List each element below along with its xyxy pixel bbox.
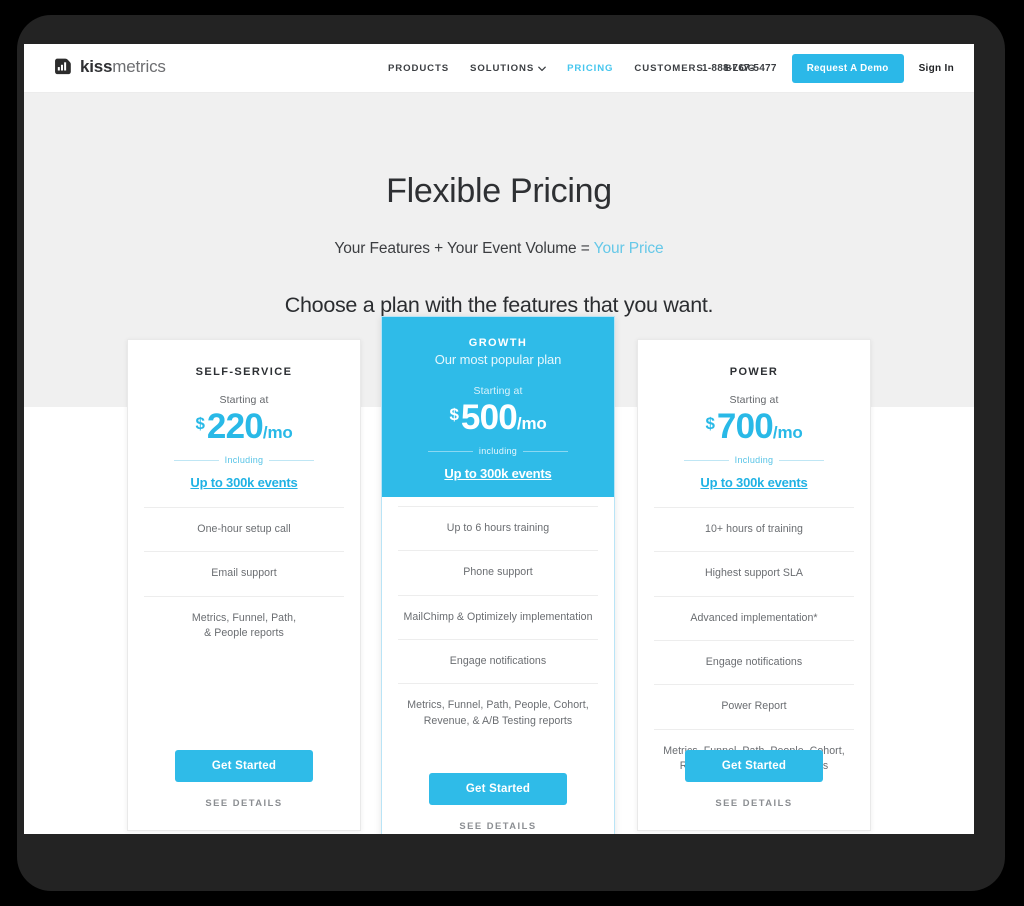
- brand-logo[interactable]: kissmetrics: [52, 56, 166, 77]
- divider-line-left: [428, 450, 473, 452]
- including-divider: including: [382, 446, 614, 456]
- see-details-link[interactable]: SEE DETAILS: [128, 797, 360, 808]
- including-divider: Including: [638, 455, 870, 465]
- price-period: /mo: [772, 423, 803, 442]
- divider-line-right: [269, 459, 315, 461]
- chevron-down-icon: [538, 66, 546, 72]
- plan-name: GROWTH: [468, 337, 528, 349]
- brand-name-bold: kiss: [80, 56, 113, 76]
- hero-subtitle-plain: Your Features + Your Event Volume =: [334, 240, 594, 257]
- feature-item: 10+ hours of training: [654, 507, 854, 551]
- brand-wordmark: kissmetrics: [80, 57, 166, 77]
- price-amount: 700: [716, 407, 774, 446]
- price-period: /mo: [262, 423, 293, 442]
- hero-choose-heading: Choose a plan with the features that you…: [284, 293, 714, 317]
- including-label: Including: [224, 455, 264, 465]
- browser-screen: kissmetrics PRODUCTS SOLUTIONS PRICING C…: [24, 44, 974, 834]
- price-amount: 500: [460, 398, 518, 437]
- brand-name-light: metrics: [112, 56, 166, 76]
- hero-subtitle-accent: Your Price: [593, 240, 664, 257]
- feature-list: 10+ hours of training Highest support SL…: [638, 507, 870, 789]
- feature-item: MailChimp & Optimizely implementation: [398, 594, 598, 639]
- price-currency: $: [195, 414, 205, 433]
- pricing-card-growth[interactable]: GROWTH Our most popular plan Starting at…: [381, 316, 615, 834]
- card-header: SELF-SERVICE Starting at $ 220 /mo Inclu…: [128, 340, 360, 490]
- nav-actions: 1-888-767-5477 Request A Demo Sign In: [702, 44, 954, 93]
- bar-chart-logo-icon: [52, 56, 73, 77]
- card-header: POWER Starting at $ 700 /mo Including Up…: [638, 340, 870, 490]
- events-volume-link[interactable]: Up to 300k events: [382, 466, 614, 481]
- plan-name: SELF-SERVICE: [195, 366, 293, 378]
- including-divider: Including: [128, 455, 360, 465]
- nav-link-customers[interactable]: CUSTOMERS: [634, 63, 703, 74]
- get-started-button[interactable]: Get Started: [429, 773, 567, 805]
- feature-item: Engage notifications: [654, 640, 854, 684]
- plan-name: POWER: [729, 366, 779, 378]
- starting-at-label: Starting at: [219, 394, 269, 406]
- feature-item: Metrics, Funnel, Path, People, Cohort, R…: [398, 683, 598, 743]
- request-demo-button[interactable]: Request A Demo: [791, 54, 904, 83]
- feature-list: Up to 6 hours training Phone support Mai…: [382, 506, 614, 743]
- feature-item: Highest support SLA: [654, 551, 854, 595]
- feature-item: Email support: [144, 551, 344, 595]
- price-amount: 220: [206, 407, 264, 446]
- nav-link-products-label: PRODUCTS: [388, 63, 450, 74]
- feature-list: One-hour setup call Email support Metric…: [128, 507, 360, 655]
- page-title: Flexible Pricing: [386, 172, 612, 210]
- pricing-card-power[interactable]: POWER Starting at $ 700 /mo Including Up…: [637, 339, 871, 831]
- card-header: GROWTH Our most popular plan Starting at…: [382, 317, 614, 497]
- starting-at-label: Starting at: [473, 385, 523, 397]
- feature-item: Phone support: [398, 550, 598, 594]
- price-row: $ 500 /mo: [382, 398, 614, 438]
- get-started-button[interactable]: Get Started: [685, 750, 823, 782]
- see-details-link[interactable]: SEE DETAILS: [382, 820, 614, 831]
- sign-in-link[interactable]: Sign In: [919, 63, 954, 74]
- top-navigation-bar: kissmetrics PRODUCTS SOLUTIONS PRICING C…: [24, 44, 974, 93]
- feature-item: One-hour setup call: [144, 507, 344, 551]
- divider-line-left: [684, 459, 729, 461]
- events-volume-link[interactable]: Up to 300k events: [638, 475, 870, 490]
- feature-item: Up to 6 hours training: [398, 506, 598, 550]
- price-row: $ 700 /mo: [638, 407, 870, 447]
- nav-link-solutions[interactable]: SOLUTIONS: [470, 63, 546, 74]
- nav-link-pricing[interactable]: PRICING: [567, 63, 613, 74]
- nav-link-products[interactable]: PRODUCTS: [388, 63, 449, 74]
- card-footer: Get Started SEE DETAILS: [638, 750, 870, 808]
- price-period: /mo: [516, 414, 547, 433]
- divider-line-right: [779, 459, 825, 461]
- get-started-button[interactable]: Get Started: [175, 750, 313, 782]
- nav-links: PRODUCTS SOLUTIONS PRICING CUSTOMERS BLO…: [388, 44, 756, 93]
- nav-link-pricing-label: PRICING: [567, 63, 614, 74]
- feature-item: Metrics, Funnel, Path, & People reports: [144, 595, 344, 656]
- price-row: $ 220 /mo: [128, 407, 360, 447]
- see-details-link[interactable]: SEE DETAILS: [638, 797, 870, 808]
- starting-at-label: Starting at: [729, 394, 779, 406]
- events-volume-link[interactable]: Up to 300k events: [128, 475, 360, 490]
- divider-line-right: [523, 450, 569, 452]
- feature-item: Engage notifications: [398, 639, 598, 683]
- nav-link-customers-label: CUSTOMERS: [634, 63, 704, 74]
- including-label: including: [478, 446, 518, 456]
- feature-item: Advanced implementation*: [654, 595, 854, 640]
- card-footer: Get Started SEE DETAILS: [128, 750, 360, 808]
- phone-number[interactable]: 1-888-767-5477: [702, 63, 777, 74]
- price-currency: $: [449, 405, 459, 424]
- plan-tagline: Our most popular plan: [434, 352, 562, 367]
- price-currency: $: [705, 414, 715, 433]
- hero-subtitle: Your Features + Your Event Volume = Your…: [24, 240, 974, 258]
- card-footer: Get Started SEE DETAILS: [382, 773, 614, 831]
- divider-line-left: [174, 459, 219, 461]
- including-label: Including: [734, 455, 774, 465]
- feature-item: Power Report: [654, 684, 854, 728]
- pricing-card-self-service[interactable]: SELF-SERVICE Starting at $ 220 /mo Inclu…: [127, 339, 361, 831]
- nav-link-solutions-label: SOLUTIONS: [470, 63, 535, 74]
